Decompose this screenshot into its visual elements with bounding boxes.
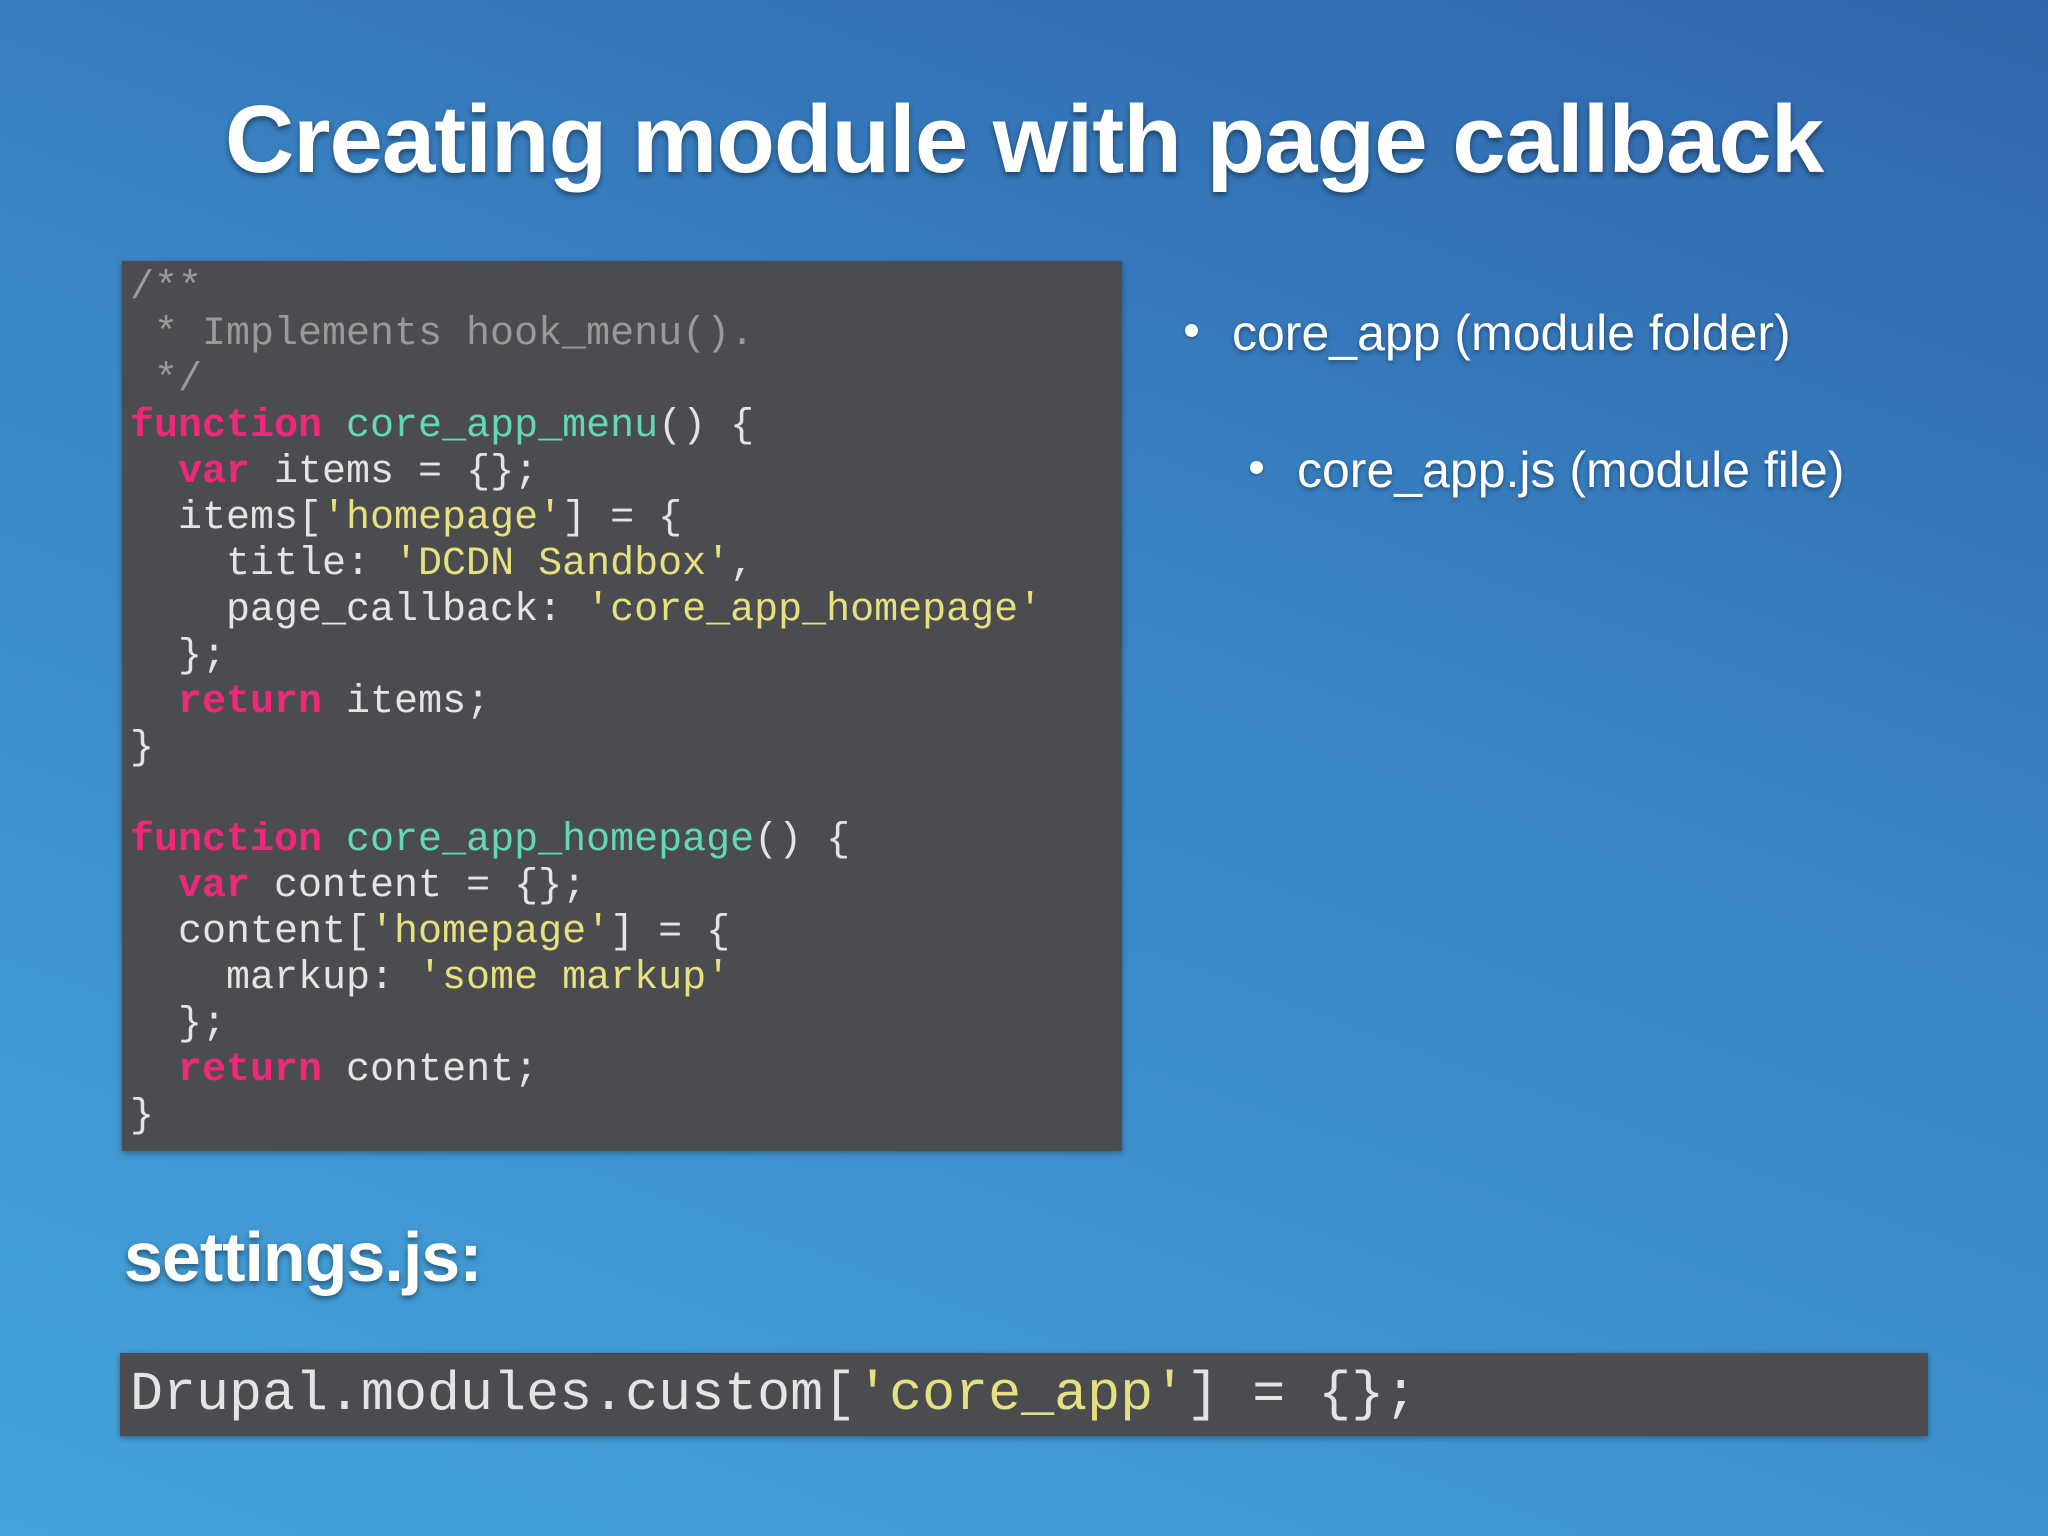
code-line: return content; — [130, 1048, 1122, 1094]
code-block: /** * Implements hook_menu(). */function… — [122, 261, 1122, 1151]
code-token-str: 'homepage' — [370, 910, 611, 955]
bullet-text: core_app (module folder) — [1232, 305, 1791, 361]
code-line: function core_app_menu() { — [130, 404, 1122, 450]
code-token-comment: /** — [130, 266, 203, 311]
code-token-plain: , — [730, 542, 755, 587]
code-line: page_callback: 'core_app_homepage' — [130, 588, 1122, 634]
code-token-comment: */ — [130, 358, 203, 403]
code-line: }; — [130, 634, 1122, 680]
code-token-fn: core_app_menu — [346, 404, 659, 449]
code-token-plain: items = {}; — [250, 450, 539, 495]
code-token-plain: content; — [322, 1048, 539, 1093]
code-token-plain: () { — [658, 404, 755, 449]
code-line: content['homepage'] = { — [130, 910, 1122, 956]
settings-code-block: Drupal.modules.custom['core_app'] = {}; — [120, 1353, 1928, 1436]
code-token-keyword: function — [130, 404, 323, 449]
code-line: }; — [130, 1002, 1122, 1048]
code-token-str: 'core_app_homepage' — [586, 588, 1043, 633]
bullet-item-module-file: core_app.js (module file) — [1250, 440, 1845, 500]
code-line: */ — [130, 358, 1122, 404]
code-token-plain: content[ — [130, 910, 371, 955]
code-line: } — [130, 1094, 1122, 1140]
code-token-plain: content = {}; — [250, 864, 587, 909]
code-token-plain: ] = { — [610, 910, 731, 955]
code-token-str: 'homepage' — [322, 496, 563, 541]
code-token-plain: items[ — [130, 496, 323, 541]
settings-heading: settings.js: — [124, 1218, 483, 1296]
code-line: var content = {}; — [130, 864, 1122, 910]
code-line: /** — [130, 266, 1122, 312]
code-token-plain: } — [130, 726, 155, 771]
bullet-item-module-folder: core_app (module folder) — [1185, 303, 1791, 363]
code-token-plain: }; — [130, 1002, 227, 1047]
bullet-dot-icon — [1250, 461, 1263, 475]
code-token-plain: items; — [322, 680, 491, 725]
code-line: return items; — [130, 680, 1122, 726]
code-token-keyword: var — [178, 450, 251, 495]
code-token-keyword: var — [178, 864, 251, 909]
code-line: } — [130, 726, 1122, 772]
code-token-plain: Drupal.modules.custom[ — [130, 1363, 857, 1426]
code-line: var items = {}; — [130, 450, 1122, 496]
code-line: markup: 'some markup' — [130, 956, 1122, 1002]
code-token-plain: markup: — [130, 956, 419, 1001]
code-line: title: 'DCDN Sandbox', — [130, 542, 1122, 588]
code-token-str: 'some markup' — [418, 956, 731, 1001]
code-line: function core_app_homepage() { — [130, 818, 1122, 864]
code-token-plain: ] = { — [562, 496, 683, 541]
code-token-keyword: return — [178, 680, 323, 725]
settings-code-line: Drupal.modules.custom['core_app'] = {}; — [130, 1353, 1928, 1436]
code-line: items['homepage'] = { — [130, 496, 1122, 542]
bullet-text: core_app.js (module file) — [1297, 442, 1845, 498]
slide-title: Creating module with page callback — [224, 86, 1824, 193]
code-token-plain: ] = {}; — [1186, 1363, 1418, 1426]
code-token-str: 'DCDN Sandbox' — [394, 542, 731, 587]
bullet-dot-icon — [1185, 324, 1198, 338]
code-token-plain: } — [130, 1094, 155, 1139]
code-token-keyword: return — [178, 1048, 323, 1093]
code-token-keyword: function — [130, 818, 323, 863]
code-token-plain: title: — [130, 542, 395, 587]
code-token-comment: * Implements hook_menu(). — [130, 312, 755, 357]
code-token-plain: page_callback: — [130, 588, 587, 633]
code-line: * Implements hook_menu(). — [130, 312, 1122, 358]
code-token-str: 'core_app' — [856, 1363, 1187, 1426]
code-token-plain: () { — [754, 818, 851, 863]
code-token-fn: core_app_homepage — [346, 818, 755, 863]
code-token-plain: }; — [130, 634, 227, 679]
